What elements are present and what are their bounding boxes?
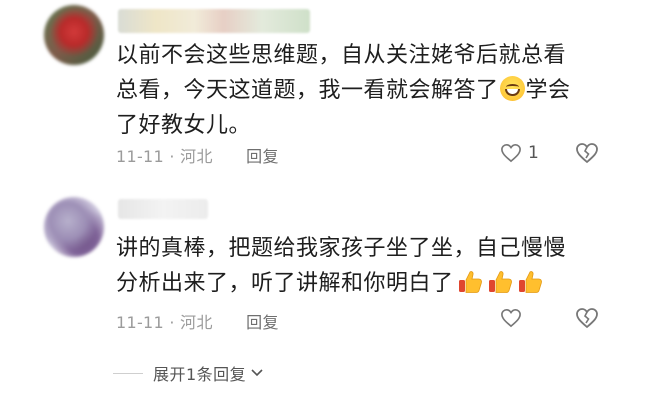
comment-text: 以前不会这些思维题，自从关注姥爷后就总看 总看，今天这道题，我一看就会解答了 学会… xyxy=(116,38,596,143)
username-blurred[interactable] xyxy=(118,199,208,219)
comment-line-segment: 分析出来了，听了讲解和你明白了 xyxy=(116,271,454,296)
like-button[interactable]: 1 xyxy=(500,143,539,163)
comment-meta: 11-11 · 河北 回复 xyxy=(116,309,279,333)
expand-replies-label: 展开1条回复 xyxy=(153,365,247,384)
comment-date: 11-11 xyxy=(116,313,164,332)
comment-line: 了好教女儿。 xyxy=(116,113,252,138)
avatar[interactable] xyxy=(44,197,104,257)
thumbs-up-icon xyxy=(518,271,542,293)
comment-location: 河北 xyxy=(180,313,213,332)
comment-date: 11-11 xyxy=(116,147,164,166)
comment-line: 讲的真棒，把题给我家孩子坐了坐，自己慢慢 xyxy=(116,236,567,261)
avatar[interactable] xyxy=(44,5,104,65)
comment-location: 河北 xyxy=(180,147,213,166)
thumbs-up-icon xyxy=(488,271,512,293)
like-button[interactable] xyxy=(500,308,522,328)
grinning-face-emoji-icon xyxy=(499,76,525,101)
comment-line: 总看，今天这道题，我一看就会解答了 学会 xyxy=(116,73,596,108)
thumbs-up-icon xyxy=(458,271,482,293)
username-blurred[interactable] xyxy=(118,9,310,33)
separator-dot: · xyxy=(169,147,175,166)
reply-button[interactable]: 回复 xyxy=(246,147,279,166)
comment-line-segment: 总看，今天这道题，我一看就会解答了 xyxy=(116,78,499,103)
chevron-down-icon xyxy=(251,369,263,377)
separator-dot: · xyxy=(169,313,175,332)
expand-replies-button[interactable]: 展开1条回复 xyxy=(113,361,264,385)
comment-meta: 11-11 · 河北 回复 xyxy=(116,143,279,167)
like-count: 1 xyxy=(528,143,539,163)
reply-button[interactable]: 回复 xyxy=(246,313,279,332)
broken-heart-icon xyxy=(576,308,598,329)
dislike-button[interactable] xyxy=(575,142,599,168)
dislike-button[interactable] xyxy=(575,307,599,333)
comment-line: 分析出来了，听了讲解和你明白了 xyxy=(116,266,596,301)
broken-heart-icon xyxy=(576,143,598,164)
comment-text: 讲的真棒，把题给我家孩子坐了坐，自己慢慢 分析出来了，听了讲解和你明白了 xyxy=(116,231,596,301)
heart-icon xyxy=(501,143,521,163)
comment-line: 以前不会这些思维题，自从关注姥爷后就总看 xyxy=(116,43,567,68)
heart-icon xyxy=(501,308,521,328)
comment-line-segment: 学会 xyxy=(525,78,571,103)
divider xyxy=(113,372,143,374)
